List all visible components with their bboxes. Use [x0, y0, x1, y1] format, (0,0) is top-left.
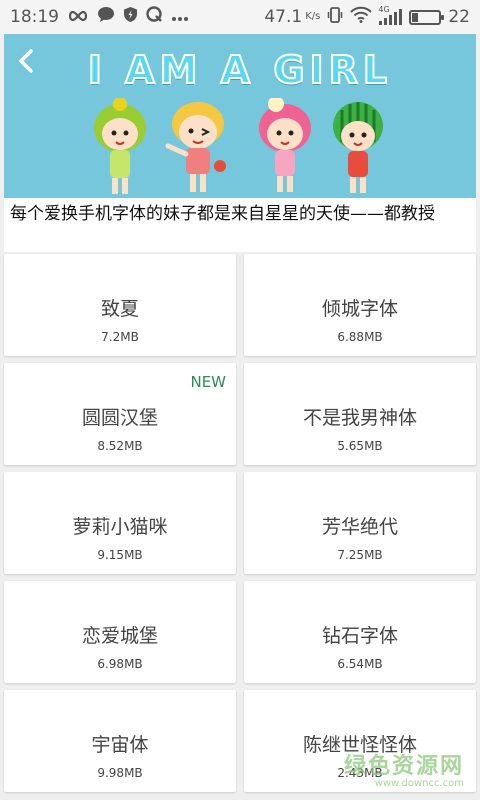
font-card[interactable]: 萝莉小猫咪 9.15MB: [4, 472, 236, 574]
font-name: 倾城字体: [321, 298, 398, 320]
font-size-label: 9.98MB: [97, 766, 143, 780]
header-banner: I AM A GIRL: [4, 34, 476, 198]
font-name: 芳华绝代: [321, 516, 398, 538]
font-name: 不是我男神体: [302, 407, 417, 429]
more-icon: [171, 7, 189, 27]
font-card[interactable]: 宇宙体 9.98MB: [4, 690, 236, 792]
font-size-label: 6.88MB: [337, 330, 383, 344]
network-type: 4G: [378, 5, 390, 14]
font-size-label: 8.52MB: [97, 439, 143, 453]
font-card[interactable]: 圆圆汉堡 8.52MB NEW: [4, 363, 236, 465]
cartoon-girls-illustration: [94, 98, 383, 194]
font-size-label: 6.54MB: [337, 657, 383, 671]
font-name: 致夏: [100, 298, 139, 320]
signal-icon: 4G: [378, 5, 403, 25]
font-card[interactable]: 恋爱城堡 6.98MB: [4, 581, 236, 683]
font-name: 钻石字体: [321, 625, 398, 647]
font-card[interactable]: 芳华绝代 7.25MB: [244, 472, 476, 574]
font-size-label: 6.98MB: [97, 657, 143, 671]
shield-icon: [123, 6, 138, 28]
font-size-label: 2.43MB: [337, 766, 383, 780]
font-card[interactable]: 陈继世怪怪体 2.43MB: [244, 690, 476, 792]
wifi-icon: [350, 6, 373, 28]
battery-level: 22: [448, 7, 470, 27]
clock: 18:19: [10, 7, 59, 27]
speed-unit: K/s: [305, 11, 321, 22]
battery-icon: [409, 9, 445, 25]
font-size-label: 9.15MB: [97, 548, 143, 562]
font-card[interactable]: 不是我男神体 5.65MB: [244, 363, 476, 465]
font-name: 恋爱城堡: [81, 625, 158, 647]
new-badge: NEW: [190, 373, 226, 391]
font-name: 宇宙体: [91, 734, 149, 756]
font-card[interactable]: 钻石字体 6.54MB: [244, 581, 476, 683]
font-name: 萝莉小猫咪: [72, 516, 168, 538]
font-size-label: 7.25MB: [337, 548, 383, 562]
font-size-label: 7.2MB: [101, 330, 139, 344]
chat-bubble-icon: [97, 6, 115, 28]
font-size-label: 5.65MB: [337, 439, 383, 453]
font-card[interactable]: 致夏 7.2MB: [4, 254, 236, 356]
font-name: 陈继世怪怪体: [302, 734, 417, 756]
font-name: 圆圆汉堡: [81, 407, 158, 429]
infinity-icon: [67, 7, 89, 27]
status-bar: 18:19 47.1 K/s 4G 22: [0, 0, 480, 34]
network-speed: 47.1: [264, 7, 303, 27]
font-card[interactable]: 倾城字体 6.88MB: [244, 254, 476, 356]
banner-title: I AM A GIRL: [87, 47, 393, 93]
vibrate-icon: [327, 6, 343, 29]
q-icon: [146, 6, 163, 28]
banner-caption: 每个爱换手机字体的妹子都是来自星星的天使——都教授: [4, 198, 476, 252]
